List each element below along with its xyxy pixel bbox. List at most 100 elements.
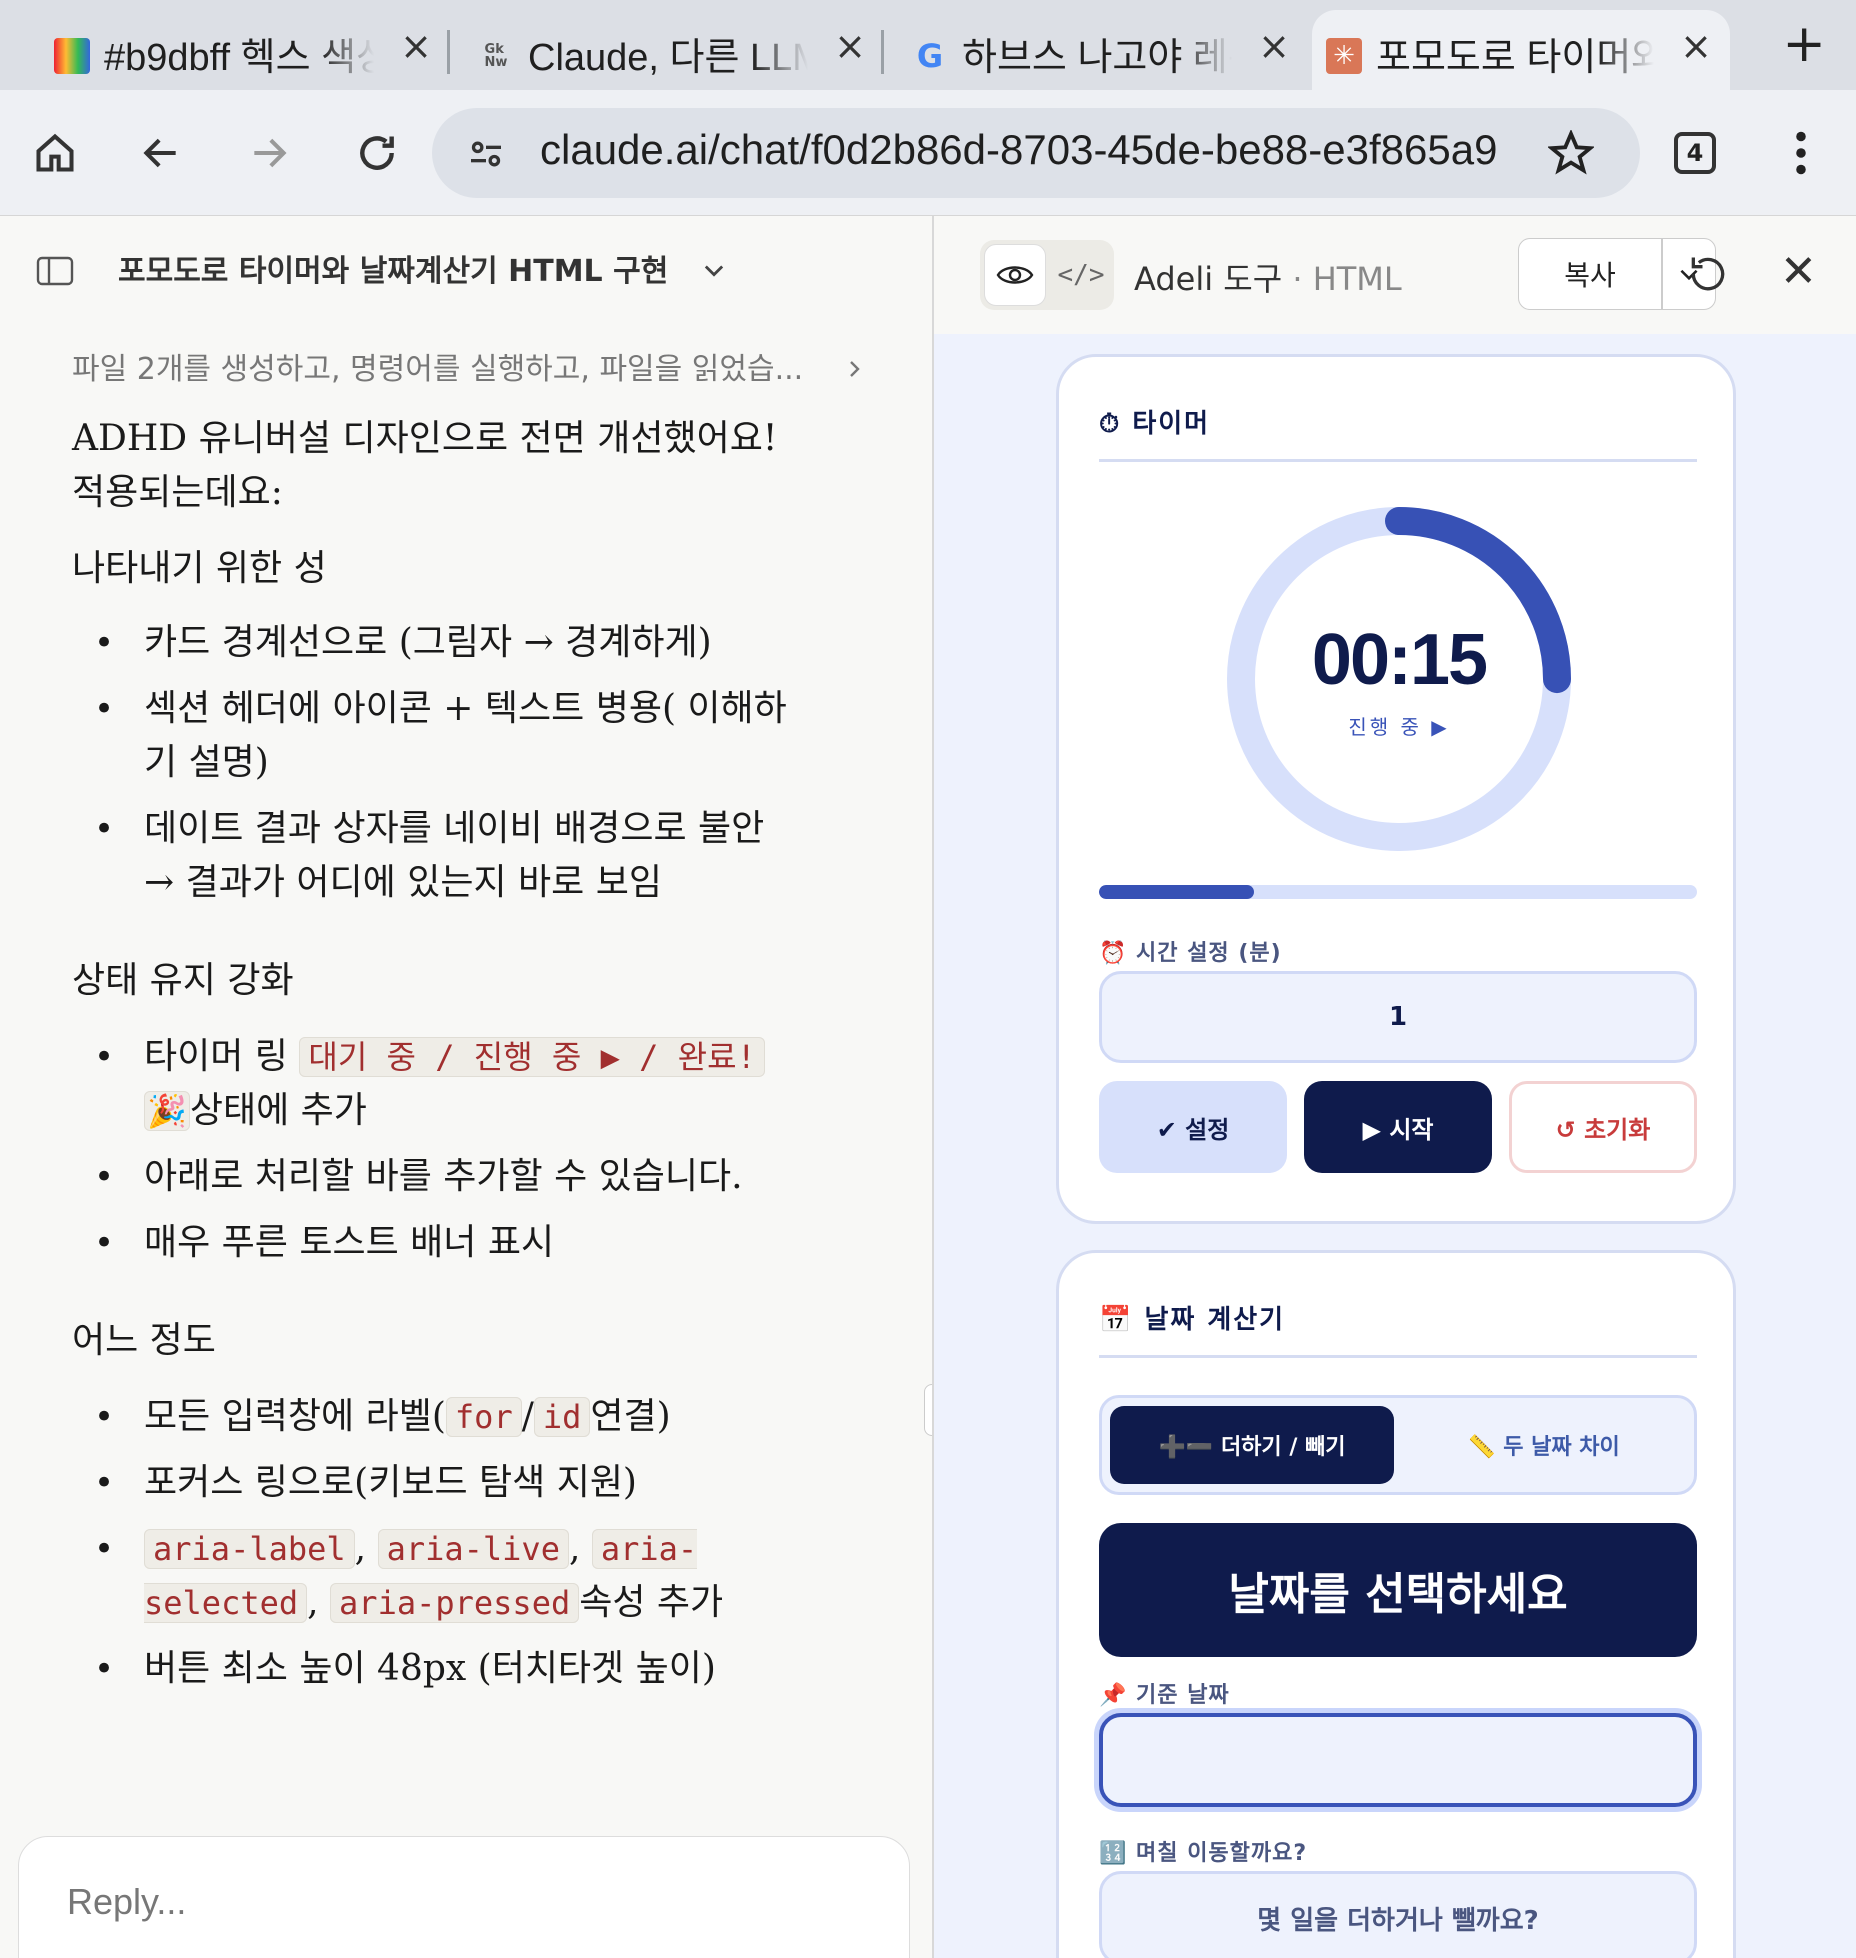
tab-date-difference[interactable]: 📏 두 날짜 차이 — [1402, 1406, 1686, 1484]
list-text: 상태에 추가 — [189, 1090, 367, 1131]
time-setting-label: ⏰ 시간 설정 (분) — [1099, 941, 1282, 966]
mode-tabs: ➕➖ 더하기 / 빼기 📏 두 날짜 차이 — [1099, 1395, 1697, 1495]
panel-resize-handle[interactable] — [924, 1384, 932, 1436]
address-bar[interactable]: claude.ai/chat/f0d2b86d-8703-45de-be88-e… — [432, 108, 1640, 198]
list-item: 타이머 링 대기 중 / 진행 중 ▶ / 완료! 🎉상태에 추가 — [72, 1030, 792, 1138]
close-tab-icon[interactable]: × — [400, 24, 432, 68]
timer-title: 타이머 — [1132, 409, 1211, 439]
sidebar-toggle-icon[interactable] — [36, 256, 74, 286]
card-divider — [1099, 459, 1697, 462]
artifact-panel: </> Adeli 도구 · HTML 복사 ✕ ⏱ 타이머 00:15 진행 … — [932, 216, 1856, 1958]
home-icon[interactable] — [20, 118, 90, 188]
start-button[interactable]: ▶ 시작 — [1304, 1081, 1492, 1173]
copy-button[interactable]: 복사 — [1518, 238, 1662, 310]
progress-fill — [1099, 885, 1255, 899]
set-button[interactable]: ✔ 설정 — [1099, 1081, 1287, 1173]
tab-geeknews[interactable]: GkNw Claude, 다른 LLM에 × — [464, 10, 884, 90]
list-text: 연결) — [590, 1396, 671, 1437]
list-item: 카드 경계선으로 (그림자 → 경계하게) — [72, 616, 792, 670]
minutes-input[interactable]: 1 — [1099, 971, 1697, 1063]
base-date-input[interactable] — [1099, 1713, 1697, 1807]
artifact-type: · HTML — [1292, 260, 1402, 298]
inline-code: aria-live — [377, 1529, 569, 1569]
inline-code: aria-label — [144, 1529, 355, 1569]
assistant-message: ADHD 유니버설 디자인으로 전면 개선했어요! 적용되는데요: 나타내기 위… — [72, 412, 792, 1708]
site-settings-icon[interactable] — [466, 134, 506, 174]
code-view-icon[interactable]: </> — [1052, 244, 1110, 306]
back-icon[interactable] — [126, 118, 196, 188]
timer-progress-bar — [1099, 885, 1697, 899]
list-text: / — [521, 1396, 534, 1437]
reply-input[interactable]: Reply... — [18, 1836, 910, 1958]
close-tab-icon[interactable]: × — [1680, 24, 1712, 68]
timer-card-title: ⏱ 타이머 — [1099, 403, 1210, 440]
timer-card: ⏱ 타이머 00:15 진행 중 ▶ ⏰ 시간 설정 (분) 1 ✔ 설정 ▶ … — [1056, 354, 1736, 1224]
bullet-list: 모든 입력창에 라벨(for/id연결) 포커스 링으로(키보드 탐색 지원) … — [72, 1390, 792, 1696]
party-popper-icon: 🎉 — [144, 1091, 190, 1131]
preview-eye-icon[interactable] — [984, 244, 1046, 306]
inline-code: for — [445, 1397, 522, 1437]
forward-icon[interactable] — [234, 118, 304, 188]
base-date-label: 📌 기준 날짜 — [1099, 1683, 1230, 1708]
message-text: ADHD 유니버설 디자인으로 전면 개선했어요! — [72, 418, 778, 459]
section-heading: 상태 유지 강화 — [72, 960, 294, 1001]
chevron-down-icon[interactable] — [700, 256, 728, 284]
inline-code: 대기 중 / 진행 중 ▶ / 완료! — [299, 1037, 765, 1077]
inline-code: aria-pressed — [330, 1583, 580, 1623]
list-text: 타이머 링 — [144, 1036, 288, 1077]
timer-display: 00:15 — [1311, 620, 1488, 700]
list-text: , — [354, 1528, 367, 1569]
chat-header: 포모도로 타이머와 날짜계산기 HTML 구현 — [0, 216, 932, 316]
list-text: , — [568, 1528, 581, 1569]
reload-icon[interactable] — [342, 118, 412, 188]
tab-add-subtract[interactable]: ➕➖ 더하기 / 빼기 — [1110, 1406, 1394, 1484]
date-card-title: 📅 날짜 계산기 — [1099, 1299, 1285, 1336]
tab-switcher-button[interactable]: 4 — [1674, 132, 1716, 174]
tab-title: 포모도로 타이머와 날짜 — [1376, 37, 1654, 79]
reset-button[interactable]: ↺ 초기화 — [1509, 1081, 1697, 1173]
close-tab-icon[interactable]: × — [834, 24, 866, 68]
date-result: 날짜를 선택하세요 — [1099, 1523, 1697, 1657]
refresh-icon[interactable] — [1686, 252, 1730, 296]
section-heading: 나타내기 위한 성 — [72, 548, 327, 589]
list-item: 데이트 결과 상자를 네이비 배경으로 불안 → 결과가 어디에 있는지 바로 … — [72, 802, 792, 910]
list-text: 모든 입력창에 라벨( — [144, 1396, 446, 1437]
claude-icon: ✳ — [1326, 38, 1362, 74]
bullet-list: 타이머 링 대기 중 / 진행 중 ▶ / 완료! 🎉상태에 추가 아래로 처리… — [72, 1030, 792, 1270]
tab-separator — [881, 30, 884, 74]
tab-title: Claude, 다른 LLM에 — [528, 37, 808, 79]
list-item: 모든 입력창에 라벨(for/id연결) — [72, 1390, 792, 1444]
artifact-name: Adeli 도구 — [1134, 260, 1283, 298]
bookmark-star-icon[interactable] — [1548, 130, 1594, 176]
color-book-icon — [54, 38, 90, 74]
message-text: 적용되는데요: — [72, 472, 283, 513]
tab-claude-active[interactable]: ✳ 포모도로 타이머와 날짜 × — [1312, 10, 1730, 90]
inline-code: id — [533, 1397, 591, 1437]
bullet-list: 카드 경계선으로 (그림자 → 경계하게) 섹션 헤더에 아이콘 + 텍스트 병… — [72, 616, 792, 910]
list-text: 속성 추가 — [579, 1582, 724, 1623]
chat-title[interactable]: 포모도로 타이머와 날짜계산기 HTML 구현 — [118, 246, 668, 290]
close-tab-icon[interactable]: × — [1258, 24, 1290, 68]
section-heading: 어느 정도 — [72, 1320, 216, 1361]
artifact-header: </> Adeli 도구 · HTML 복사 ✕ — [934, 216, 1856, 334]
timer-status: 진행 중 ▶ — [1348, 715, 1450, 739]
card-divider — [1099, 1355, 1697, 1358]
new-tab-icon[interactable]: + — [1782, 14, 1826, 74]
artifact-title: Adeli 도구 · HTML — [1134, 254, 1402, 300]
days-input[interactable]: 몇 일을 더하거나 뺄까요? — [1099, 1871, 1697, 1958]
tab-google[interactable]: G 하브스 나고야 레몬파이 × — [898, 10, 1308, 90]
chat-panel: 포모도로 타이머와 날짜계산기 HTML 구현 파일 2개를 생성하고, 명령어… — [0, 216, 932, 1958]
tool-summary[interactable]: 파일 2개를 생성하고, 명령어를 실행하고, 파일을 읽었습... — [72, 344, 872, 388]
view-toggle: </> — [980, 240, 1114, 310]
close-artifact-icon[interactable]: ✕ — [1780, 246, 1817, 297]
calendar-icon: 📅 — [1099, 1305, 1134, 1335]
menu-kebab-icon[interactable] — [1766, 118, 1836, 188]
tab-separator — [447, 30, 450, 74]
list-item: aria-label, aria-live, aria-selected, ar… — [72, 1522, 792, 1630]
tab-hex-color[interactable]: #b9dbff 헥스 색상 × — [40, 10, 450, 90]
list-text: , — [307, 1582, 319, 1623]
tab-title: 하브스 나고야 레몬파이 — [962, 37, 1232, 79]
date-calculator-card: 📅 날짜 계산기 ➕➖ 더하기 / 빼기 📏 두 날짜 차이 날짜를 선택하세요… — [1056, 1250, 1736, 1958]
chevron-right-icon[interactable] — [842, 352, 866, 386]
list-item: 섹션 헤더에 아이콘 + 텍스트 병용( 이해하기 설명) — [72, 682, 792, 790]
